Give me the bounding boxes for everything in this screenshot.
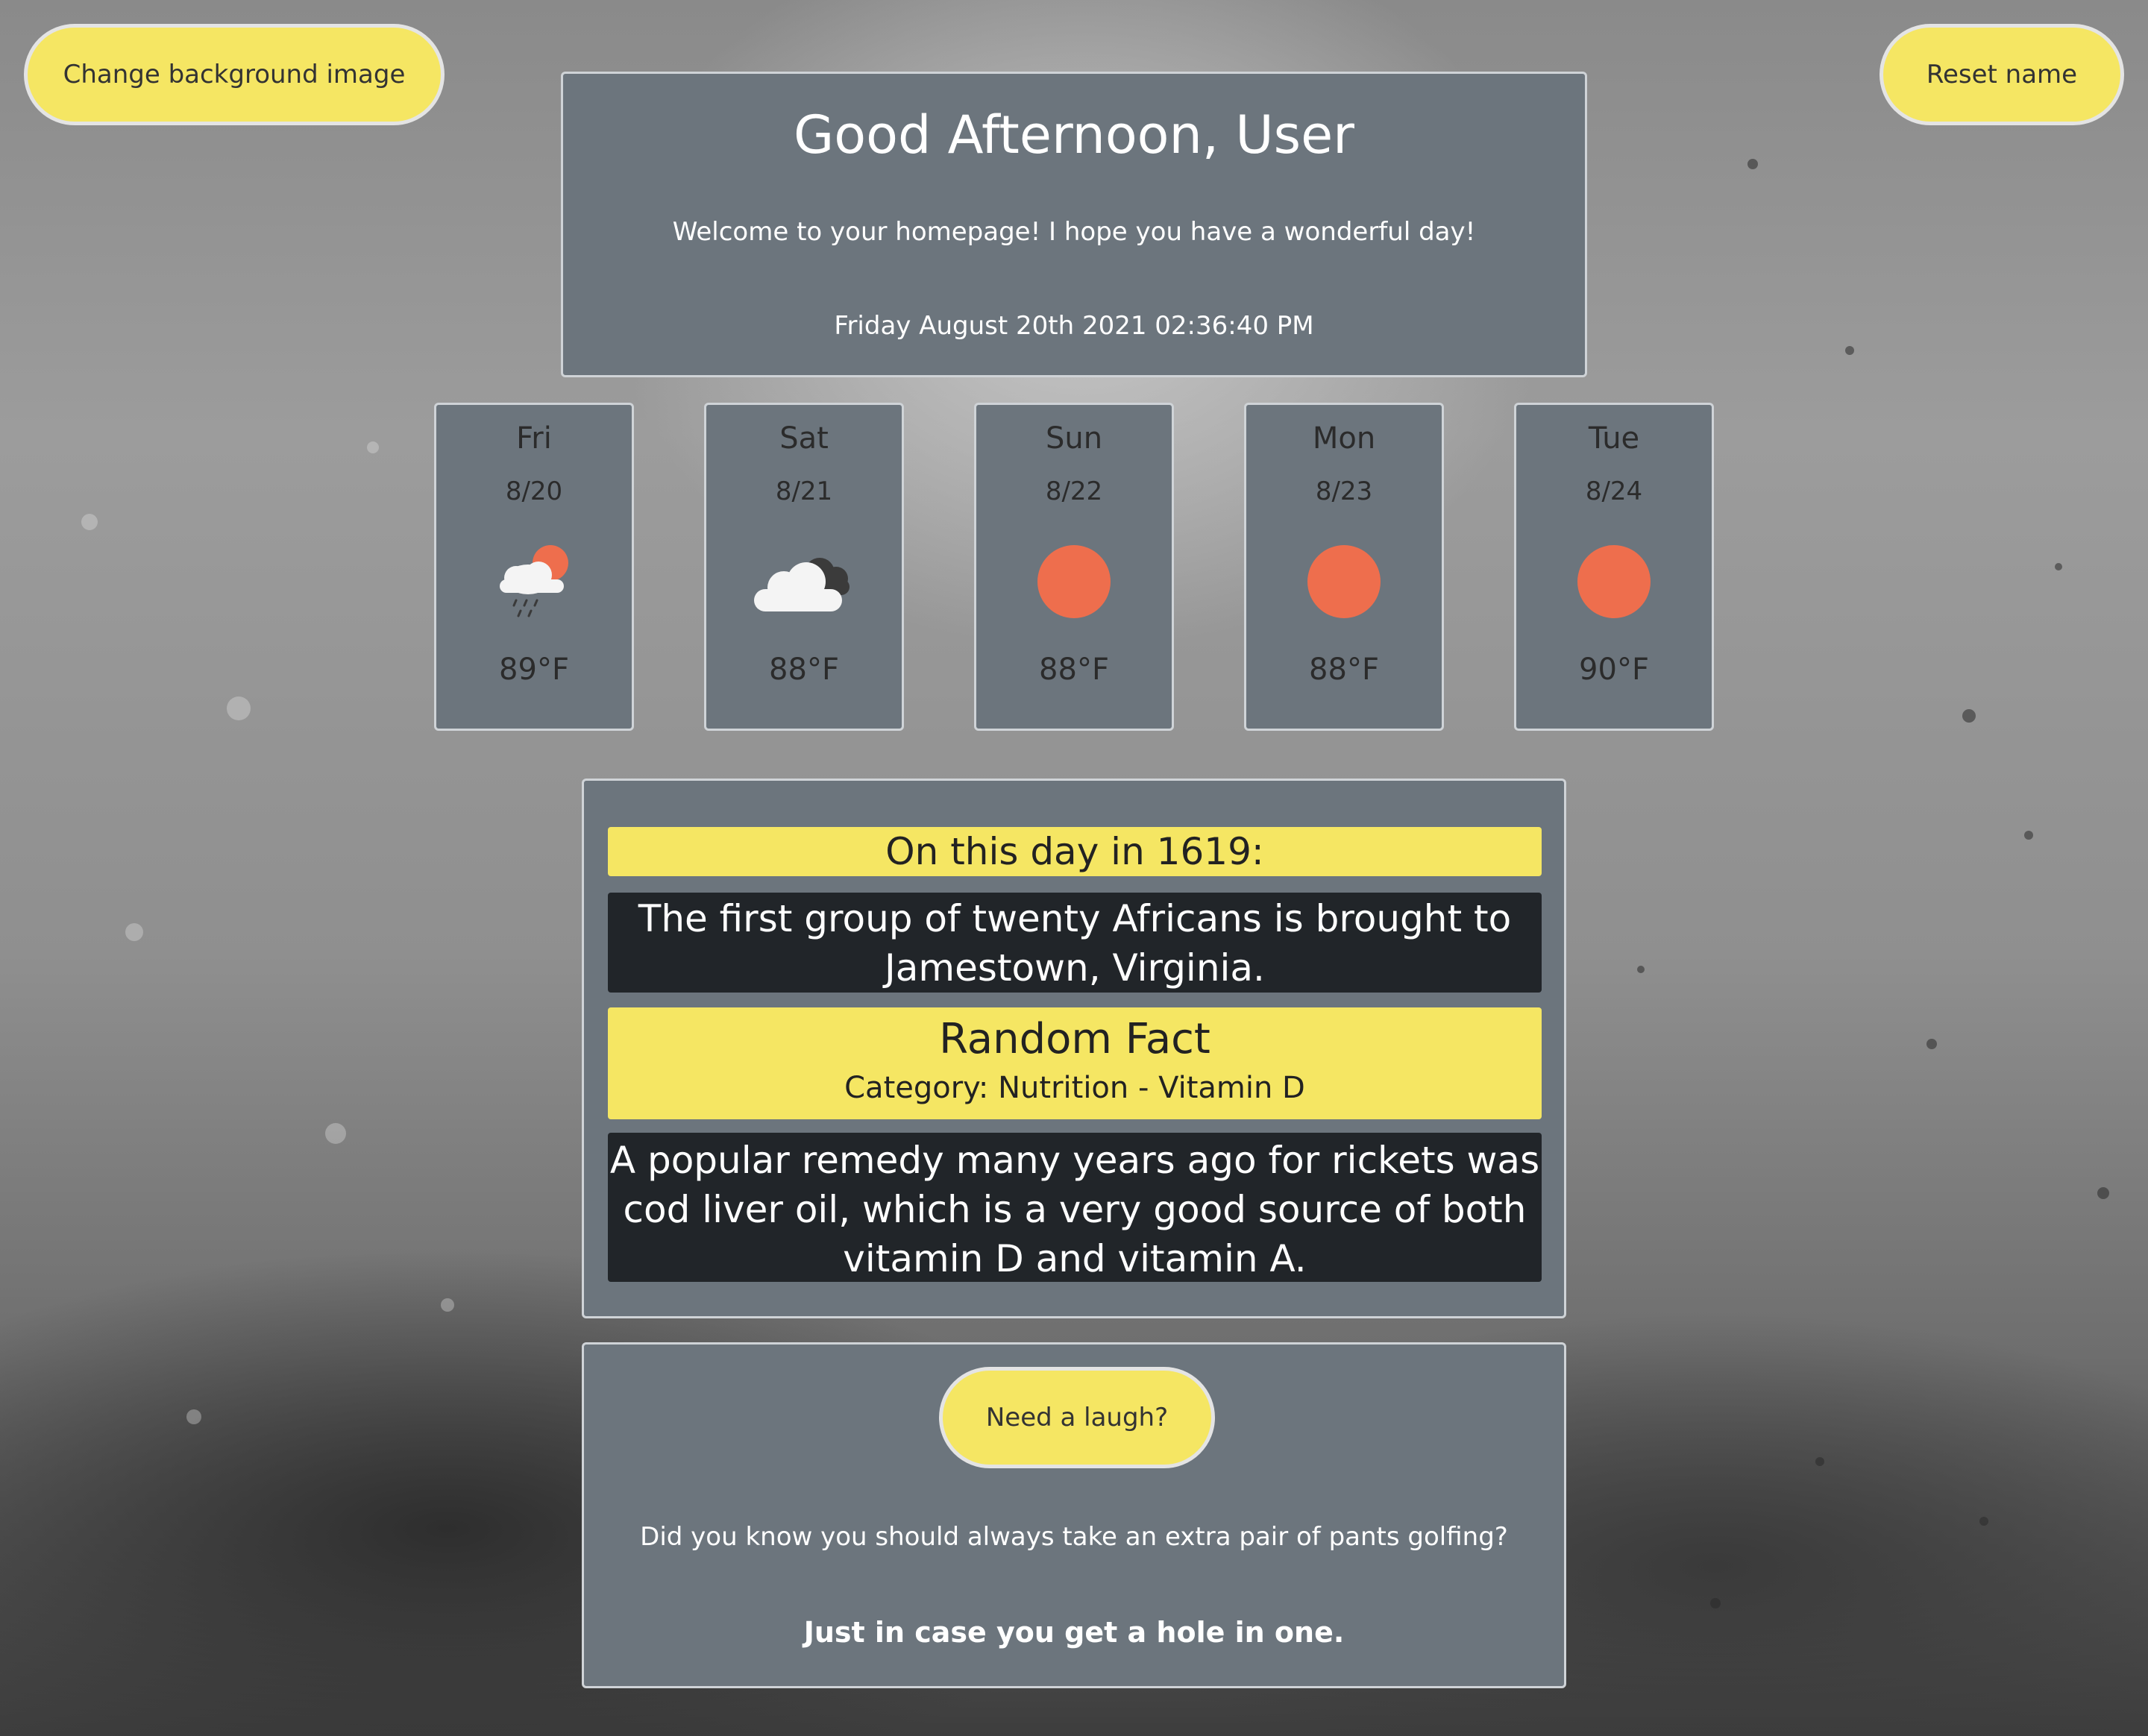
reset-name-button[interactable]: Reset name [1880, 24, 2124, 125]
forecast-date: 8/20 [505, 477, 563, 506]
joke-panel: Need a laugh? Did you know you should al… [582, 1342, 1566, 1688]
random-fact-header: Random Fact Category: Nutrition - Vitami… [608, 1007, 1542, 1119]
forecast-card: Mon 8/23 88°F [1244, 403, 1444, 731]
sun-icon [1037, 545, 1111, 618]
forecast-card: Sat 8/21 88°F [704, 403, 904, 731]
forecast-temp: 88°F [1309, 652, 1379, 687]
forecast-temp: 90°F [1579, 652, 1649, 687]
random-fact-title: Random Fact [939, 1015, 1210, 1063]
greeting-title: Good Afternoon, User [794, 104, 1354, 166]
greeting-panel: Good Afternoon, User Welcome to your hom… [561, 72, 1587, 377]
forecast-date: 8/24 [1585, 477, 1643, 506]
forecast-day: Tue [1588, 421, 1640, 456]
sun-icon [1307, 545, 1381, 618]
forecast-temp: 89°F [499, 652, 569, 687]
forecast-temp: 88°F [769, 652, 839, 687]
sun-icon [1577, 545, 1651, 618]
random-fact-category: Category: Nutrition - Vitamin D [844, 1071, 1305, 1105]
forecast-day: Mon [1312, 421, 1376, 456]
forecast-card: Fri 8/20 89°F [434, 403, 634, 731]
facts-panel: On this day in 1619: The first group of … [582, 779, 1566, 1318]
cloudy-icon [754, 558, 850, 611]
need-a-laugh-button[interactable]: Need a laugh? [939, 1367, 1215, 1468]
forecast-date: 8/22 [1045, 477, 1103, 506]
forecast-card: Sun 8/22 88°F [974, 403, 1174, 731]
forecast-date: 8/23 [1315, 477, 1373, 506]
rain-sun-icon [500, 545, 568, 617]
on-this-day-text: The first group of twenty Africans is br… [608, 893, 1542, 993]
on-this-day-heading: On this day in 1619: [608, 827, 1542, 876]
joke-punchline: Just in case you get a hole in one. [803, 1616, 1345, 1649]
joke-setup: Did you know you should always take an e… [640, 1522, 1508, 1552]
current-datetime: Friday August 20th 2021 02:36:40 PM [834, 311, 1314, 341]
welcome-message: Welcome to your homepage! I hope you hav… [672, 217, 1476, 247]
random-fact-text: A popular remedy many years ago for rick… [608, 1133, 1542, 1282]
forecast-day: Sun [1045, 421, 1103, 456]
forecast-day: Fri [516, 421, 552, 456]
change-background-button[interactable]: Change background image [24, 24, 445, 125]
forecast-date: 8/21 [775, 477, 833, 506]
forecast-card: Tue 8/24 90°F [1514, 403, 1714, 731]
forecast-day: Sat [779, 421, 829, 456]
forecast-temp: 88°F [1039, 652, 1109, 687]
